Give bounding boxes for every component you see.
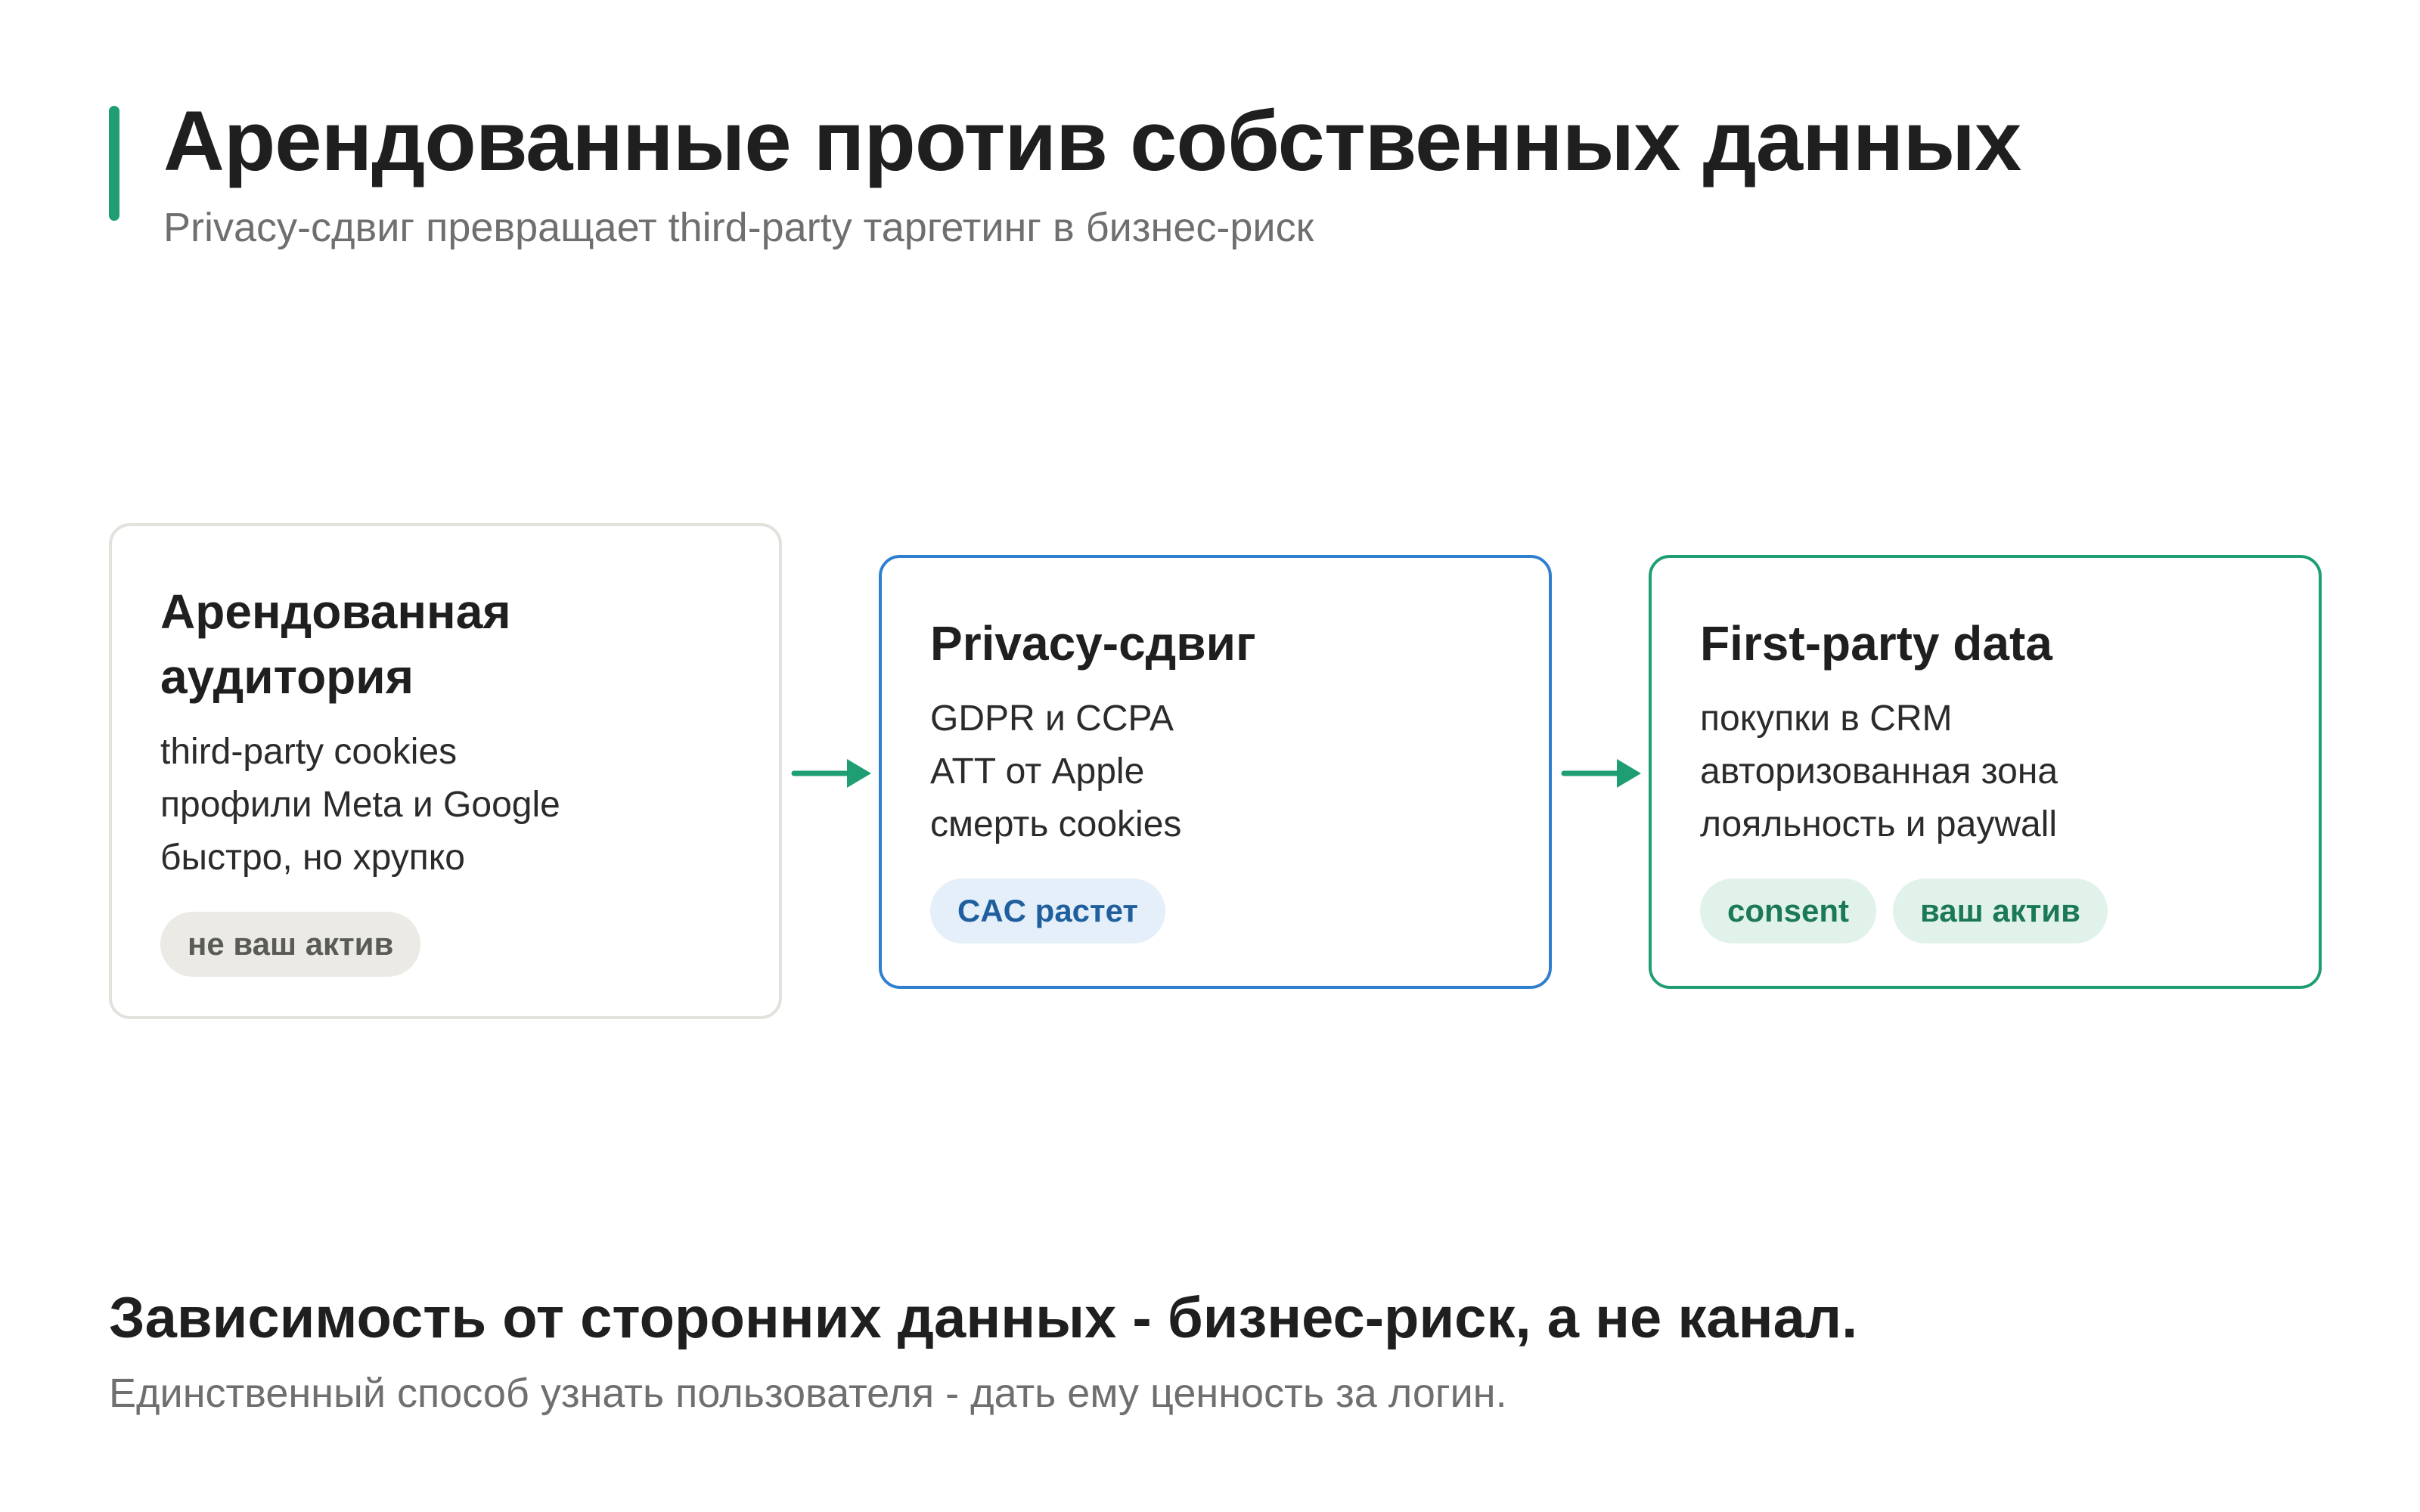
card-title: Арендованная аудитория [160,584,511,704]
card-line: профили Meta и Google [160,785,560,825]
tag-cac-growth: CAC растет [930,878,1165,943]
card-first-party-data: First-party data покупки в CRM авторизов… [1649,555,2322,989]
page-subtitle: Privacy-сдвиг превращает third-party тар… [163,205,1314,250]
tag-consent: consent [1700,878,1877,943]
card-tags: CAC растет [930,878,1500,943]
card-privacy-shift: Privacy-сдвиг GDPR и CCPA ATT от Apple с… [879,555,1552,989]
card-lines: GDPR и CCPA ATT от Apple смерть cookies [930,692,1500,851]
card-tags: не ваш актив [160,912,731,977]
tag-your-asset: ваш актив [1893,878,2108,943]
tag-not-your-asset: не ваш актив [160,912,421,977]
takeaway-heading: Зависимость от сторонних данных - бизнес… [109,1286,1858,1350]
arrow-right-icon [1561,759,1641,788]
card-line: third-party cookies [160,732,458,772]
card-lines: покупки в CRM авторизованная зона лояльн… [1700,692,2270,851]
arrow-right-icon [791,759,871,788]
card-tags: consent ваш актив [1700,878,2270,943]
accent-bar [109,106,119,221]
takeaway-note: Единственный способ узнать пользователя … [109,1371,1507,1416]
card-line: покупки в CRM [1700,699,1953,739]
card-lines: third-party cookies профили Meta и Googl… [160,726,731,885]
slide: Арендованные против собственных данных P… [0,0,2420,1512]
page-title: Арендованные против собственных данных [163,94,2021,188]
card-line: смерть cookies [930,804,1182,844]
card-title: Privacy-сдвиг [930,616,1256,671]
card-line: быстро, но хрупко [160,838,465,878]
card-line: GDPR и CCPA [930,699,1174,739]
card-title: First-party data [1700,616,2052,671]
card-line: лояльность и paywall [1700,804,2058,844]
card-line: ATT от Apple [930,751,1145,792]
card-line: авторизованная зона [1700,751,2059,792]
card-rented-audience: Арендованная аудитория third-party cooki… [109,523,782,1019]
